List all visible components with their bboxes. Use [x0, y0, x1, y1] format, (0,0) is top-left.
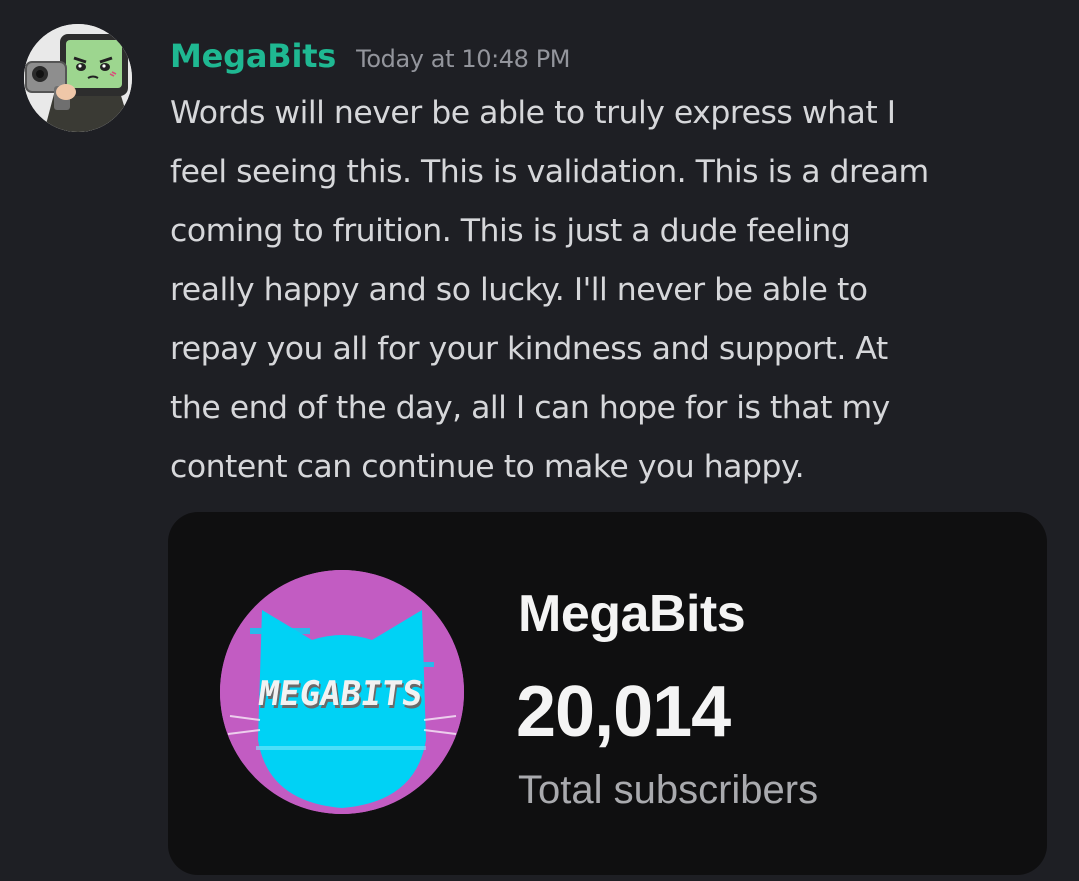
chat-message: MegaBits Today at 10:48 PM Words will ne…	[0, 0, 1079, 881]
subscriber-count: 20,014	[516, 672, 731, 752]
message-timestamp: Today at 10:48 PM	[356, 45, 571, 73]
subscriber-count-image[interactable]: MEGABITS MEGABITS MegaBits 20,014 Total …	[168, 512, 1047, 875]
author-avatar[interactable]	[24, 24, 132, 132]
message-line: feel seeing this. This is validation. Th…	[170, 154, 929, 190]
message-line: the end of the day, all I can hope for i…	[170, 390, 890, 426]
message-header: MegaBits Today at 10:48 PM	[170, 34, 571, 78]
message-line: Words will never be able to truly expres…	[170, 95, 896, 131]
logo-wordmark-highlight: MEGABITS	[256, 674, 425, 714]
anime-character-with-gun-avatar-icon	[24, 24, 132, 132]
message-content: Words will never be able to truly expres…	[170, 84, 1050, 497]
author-username[interactable]: MegaBits	[170, 34, 336, 78]
message-line: really happy and so lucky. I'll never be…	[170, 272, 868, 308]
subscriber-label: Total subscribers	[518, 768, 819, 812]
channel-name: MegaBits	[518, 585, 746, 643]
message-line: content can continue to make you happy.	[170, 449, 805, 485]
channel-logo: MEGABITS MEGABITS	[220, 570, 464, 814]
message-line: repay you all for your kindness and supp…	[170, 331, 888, 367]
message-line: coming to fruition. This is just a dude …	[170, 213, 851, 249]
cyan-cat-head-logo-icon: MEGABITS MEGABITS	[220, 570, 464, 814]
